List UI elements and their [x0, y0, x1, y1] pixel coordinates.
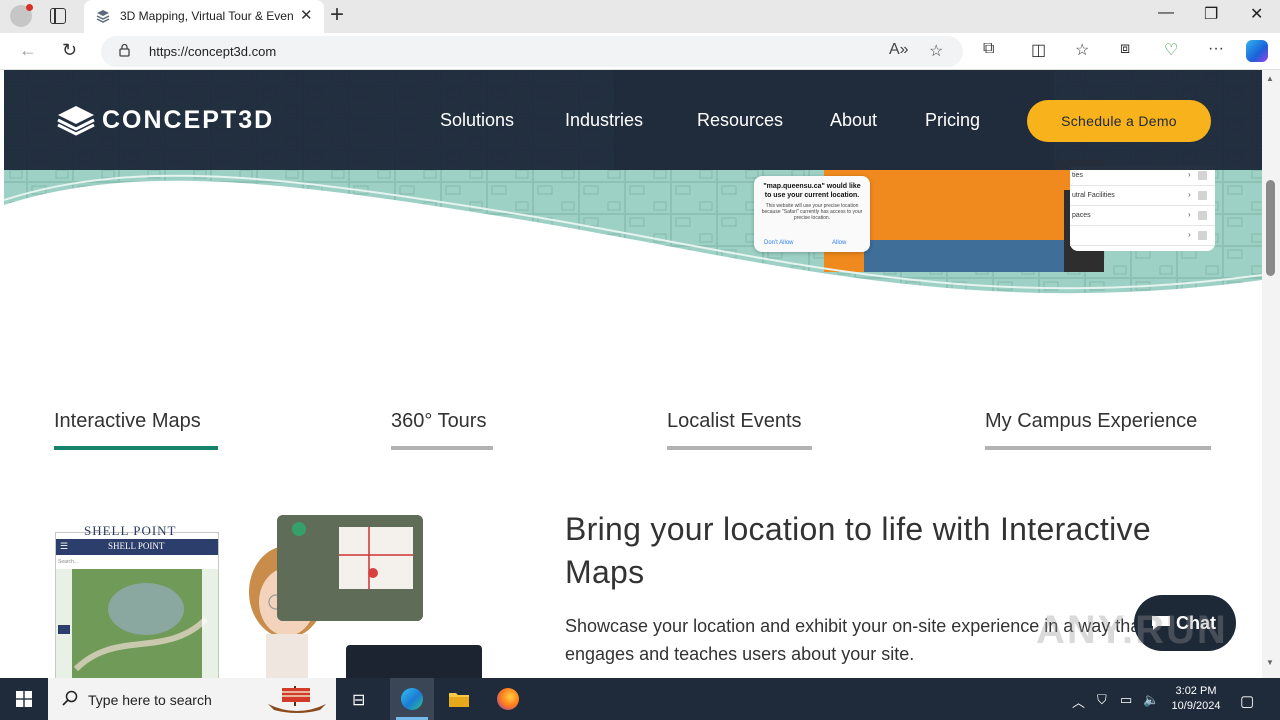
scrollbar-thumb[interactable]	[1266, 180, 1275, 276]
close-window-icon[interactable]: ✕	[1250, 4, 1263, 24]
panel-row-label: ties	[1072, 172, 1083, 179]
profile-avatar-icon[interactable]	[10, 4, 33, 27]
nav-resources[interactable]: Resources	[697, 110, 783, 131]
popup-title: "map.queensu.ca" would like to use your …	[763, 183, 861, 199]
notifications-icon[interactable]: ▢	[1240, 692, 1254, 710]
scroll-up-icon[interactable]: ▲	[1266, 74, 1274, 83]
task-view-icon[interactable]: ⊟	[352, 690, 365, 710]
phone-header-bar: ☰ SHELL POINT	[56, 539, 218, 555]
lock-icon	[119, 43, 130, 57]
new-tab-icon[interactable]: +	[330, 1, 344, 29]
nav-industries[interactable]: Industries	[565, 110, 643, 131]
tablet-preview	[346, 645, 482, 678]
more-icon[interactable]: ···	[1208, 40, 1224, 58]
phone-map-image	[56, 569, 218, 678]
nav-about[interactable]: About	[830, 110, 877, 131]
concept3d-logo-icon[interactable]	[56, 104, 96, 136]
floor-plan-preview	[277, 515, 423, 621]
checkbox-icon	[1198, 211, 1207, 220]
search-icon	[62, 690, 78, 706]
favorite-icon[interactable]: ☆	[929, 41, 943, 61]
firefox-icon[interactable]	[497, 688, 519, 710]
panel-row: utral Facilities ›	[1070, 186, 1215, 206]
map-category-panel: ties › utral Facilities › paces › ›	[1070, 166, 1215, 251]
tab-title: 3D Mapping, Virtual Tour & Even	[120, 9, 294, 23]
tab-360-tours[interactable]: 360° Tours	[391, 410, 486, 433]
tab-active-indicator	[54, 446, 218, 450]
tab-interactive-maps[interactable]: Interactive Maps	[54, 410, 201, 433]
chevron-right-icon: ›	[1188, 170, 1191, 179]
close-tab-icon[interactable]: ✕	[300, 6, 313, 24]
panel-row: ›	[1070, 226, 1215, 246]
clock-date: 10/9/2024	[1171, 700, 1221, 712]
file-explorer-icon[interactable]	[448, 689, 470, 709]
chevron-right-icon: ›	[1188, 190, 1191, 199]
panel-row-label: utral Facilities	[1072, 192, 1115, 199]
tab-actions-icon[interactable]	[50, 8, 66, 24]
split-screen-icon[interactable]: ◫	[1031, 40, 1046, 60]
shell-point-logo: SHELL POINT	[84, 523, 177, 538]
nav-solutions[interactable]: Solutions	[440, 110, 514, 131]
taskbar-search-box[interactable]: Type here to search	[48, 678, 336, 720]
edge-taskbar-slot[interactable]	[390, 678, 434, 720]
page-viewport: "map.queensu.ca" would like to use your …	[0, 70, 1262, 678]
site-header: CONCEPT3D Solutions Industries Resources…	[4, 70, 1262, 170]
network-icon[interactable]: ▭	[1120, 692, 1132, 708]
edge-icon	[401, 688, 423, 710]
refresh-icon[interactable]: ↻	[62, 40, 77, 61]
taskbar-search-placeholder: Type here to search	[88, 692, 212, 708]
read-aloud-icon[interactable]: A»	[889, 41, 909, 59]
popup-body: This website will use your precise locat…	[761, 203, 863, 221]
popup-deny-label: Don't Allow	[764, 240, 794, 246]
browser-tab-strip: 3D Mapping, Virtual Tour & Even ✕ + — ❐ …	[0, 0, 1280, 33]
phone-header-title: SHELL POINT	[108, 541, 165, 551]
location-permission-popup: "map.queensu.ca" would like to use your …	[754, 176, 870, 252]
collections-icon[interactable]: ⧈	[1120, 40, 1130, 58]
phone-search-input: Search...	[58, 559, 79, 565]
url-text[interactable]: https://concept3d.com	[149, 44, 276, 59]
shell-point-map-preview: SHELL POINT ☰ SHELL POINT Search...	[55, 523, 219, 678]
nav-pricing[interactable]: Pricing	[925, 110, 980, 131]
favorites-icon[interactable]: ☆	[1075, 40, 1089, 60]
taskbar-clock[interactable]: 3:02 PM 10/9/2024	[1168, 684, 1224, 714]
windows-start-icon[interactable]	[16, 691, 32, 707]
checkbox-icon	[1198, 231, 1207, 240]
vpn-icon[interactable]: ⛉	[1097, 692, 1107, 708]
copilot-icon[interactable]	[1246, 40, 1268, 62]
checkbox-icon	[1198, 171, 1207, 180]
tab-indicator	[667, 446, 812, 450]
popup-allow-label: Allow	[832, 240, 847, 246]
browser-essentials-icon[interactable]: ♡	[1164, 40, 1178, 60]
concept3d-favicon-icon	[96, 10, 110, 23]
panel-row-label: paces	[1072, 212, 1091, 219]
checkbox-icon	[1198, 191, 1207, 200]
viking-ship-icon	[268, 686, 326, 713]
anyrun-watermark: ANY.RUN	[1036, 608, 1228, 652]
schedule-demo-button[interactable]: Schedule a Demo	[1027, 100, 1211, 142]
tab-localist-events[interactable]: Localist Events	[667, 410, 802, 433]
tab-my-campus-experience[interactable]: My Campus Experience	[985, 410, 1197, 433]
page-scrollbar[interactable]: ▲ ▼	[1262, 70, 1280, 678]
address-bar[interactable]: https://concept3d.com A» ☆	[101, 36, 963, 67]
panel-row: paces ›	[1070, 206, 1215, 226]
feature-heading: Bring your location to life with Interac…	[565, 511, 1151, 590]
clock-time: 3:02 PM	[1175, 685, 1217, 697]
restore-icon[interactable]: ❐	[1204, 4, 1218, 24]
scroll-down-icon[interactable]: ▼	[1266, 658, 1274, 667]
menu-icon: ☰	[60, 541, 69, 551]
address-toolbar: ← ↻ https://concept3d.com A» ☆ ⧉ ◫ ☆ ⧈ ♡…	[0, 33, 1280, 70]
chevron-right-icon: ›	[1188, 230, 1191, 239]
windows-taskbar: Type here to search ⊟ ︿ ⛉ ▭ 🔈 3:02 PM 10…	[0, 678, 1280, 720]
site-logo-text[interactable]: CONCEPT3D	[102, 106, 274, 135]
minimize-icon[interactable]: —	[1158, 4, 1174, 22]
tab-indicator	[985, 446, 1211, 450]
browser-tab[interactable]: 3D Mapping, Virtual Tour & Even ✕	[84, 0, 324, 33]
back-icon[interactable]: ←	[19, 40, 37, 61]
volume-icon[interactable]: 🔈	[1143, 692, 1159, 708]
chevron-right-icon: ›	[1188, 210, 1191, 219]
extensions-icon[interactable]: ⧉	[983, 40, 994, 58]
tab-indicator	[391, 446, 493, 450]
show-hidden-icons-icon[interactable]: ︿	[1072, 692, 1085, 711]
